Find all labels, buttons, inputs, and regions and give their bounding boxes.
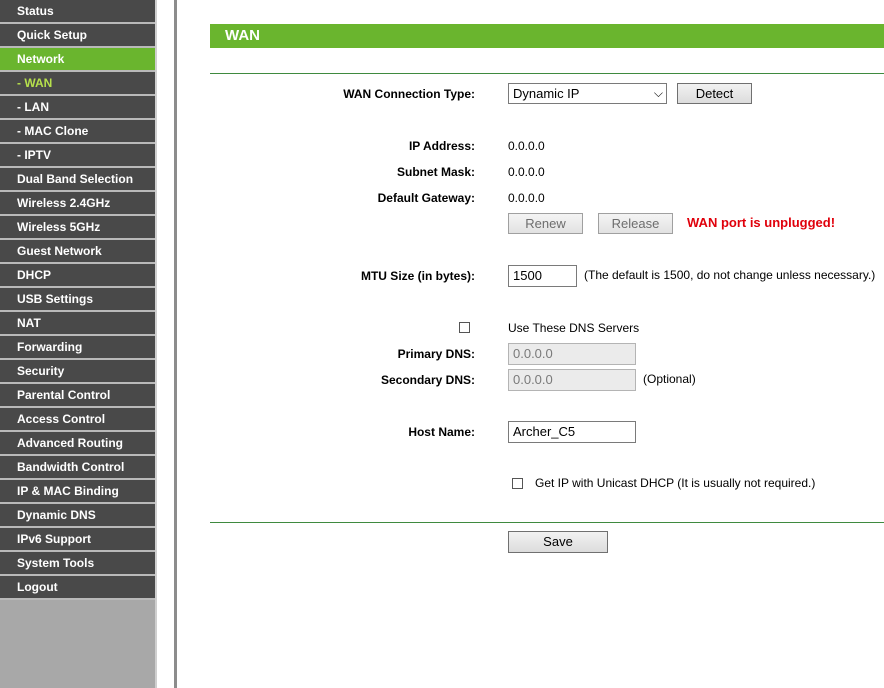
detect-button[interactable]: Detect (677, 83, 752, 104)
sidebar-item-wireless-24[interactable]: Wireless 2.4GHz (0, 192, 155, 216)
sidebar-item-usb-settings[interactable]: USB Settings (0, 288, 155, 312)
page-header: WAN (210, 24, 884, 48)
scrollbar-thumb[interactable] (174, 0, 177, 688)
unicast-dhcp-label: Get IP with Unicast DHCP (It is usually … (535, 476, 816, 490)
mtu-hint: (The default is 1500, do not change unle… (584, 268, 876, 282)
sidebar-item-security[interactable]: Security (0, 360, 155, 384)
sidebar-item-advanced-routing[interactable]: Advanced Routing (0, 432, 155, 456)
ip-address-value: 0.0.0.0 (508, 139, 545, 153)
scrollbar-edge (155, 0, 157, 688)
sidebar-item-nat[interactable]: NAT (0, 312, 155, 336)
sidebar-item-lan[interactable]: - LAN (0, 96, 155, 120)
subnet-mask-value: 0.0.0.0 (508, 165, 545, 179)
use-dns-servers-label: Use These DNS Servers (508, 321, 640, 335)
sidebar-item-guest-network[interactable]: Guest Network (0, 240, 155, 264)
page-title: WAN (225, 27, 260, 44)
sidebar-item-parental-control[interactable]: Parental Control (0, 384, 155, 408)
sidebar-item-dynamic-dns[interactable]: Dynamic DNS (0, 504, 155, 528)
sidebar-item-bandwidth-control[interactable]: Bandwidth Control (0, 456, 155, 480)
sidebar-item-ip-mac-binding[interactable]: IP & MAC Binding (0, 480, 155, 504)
use-dns-servers-checkbox[interactable] (459, 322, 470, 333)
default-gateway-value: 0.0.0.0 (508, 191, 545, 205)
secondary-dns-label: Secondary DNS: (380, 373, 475, 387)
sidebar-item-forwarding[interactable]: Forwarding (0, 336, 155, 360)
connection-type-value: Dynamic IP (513, 86, 580, 101)
host-name-label: Host Name: (408, 425, 475, 439)
secondary-dns-hint: (Optional) (643, 372, 696, 386)
default-gateway-label: Default Gateway: (377, 191, 475, 205)
save-button[interactable]: Save (508, 531, 608, 553)
sidebar-item-wan[interactable]: - WAN (0, 72, 155, 96)
sidebar-item-access-control[interactable]: Access Control (0, 408, 155, 432)
secondary-dns-input[interactable]: 0.0.0.0 (508, 369, 636, 391)
sidebar-menu: Status Quick Setup Network - WAN - LAN -… (0, 0, 155, 688)
primary-dns-label: Primary DNS: (397, 347, 475, 361)
sidebar-item-logout[interactable]: Logout (0, 576, 155, 600)
release-button[interactable]: Release (598, 213, 673, 234)
wan-status-message: WAN port is unplugged! (687, 215, 836, 230)
ip-address-label: IP Address: (408, 139, 475, 153)
sidebar-item-system-tools[interactable]: System Tools (0, 552, 155, 576)
bottom-divider (210, 522, 884, 523)
top-divider (210, 73, 884, 74)
sidebar-item-network[interactable]: Network (0, 48, 155, 72)
mtu-size-label: MTU Size (in bytes): (360, 269, 475, 283)
sidebar-item-iptv[interactable]: - IPTV (0, 144, 155, 168)
subnet-mask-label: Subnet Mask: (396, 165, 475, 179)
host-name-input[interactable]: Archer_C5 (508, 421, 636, 443)
sidebar-item-quick-setup[interactable]: Quick Setup (0, 24, 155, 48)
connection-type-label: WAN Connection Type: (343, 87, 475, 101)
mtu-size-input[interactable]: 1500 (508, 265, 577, 287)
sidebar-item-dhcp[interactable]: DHCP (0, 264, 155, 288)
connection-type-select[interactable]: Dynamic IP ⌵ (508, 83, 667, 104)
renew-button[interactable]: Renew (508, 213, 583, 234)
sidebar-item-ipv6-support[interactable]: IPv6 Support (0, 528, 155, 552)
unicast-dhcp-checkbox[interactable] (512, 478, 523, 489)
chevron-down-icon: ⌵ (653, 86, 663, 100)
sidebar-item-status[interactable]: Status (0, 0, 155, 24)
frame-scrollbar[interactable] (155, 0, 177, 688)
sidebar-item-dual-band[interactable]: Dual Band Selection (0, 168, 155, 192)
primary-dns-input[interactable]: 0.0.0.0 (508, 343, 636, 365)
sidebar-item-wireless-5[interactable]: Wireless 5GHz (0, 216, 155, 240)
sidebar-item-mac-clone[interactable]: - MAC Clone (0, 120, 155, 144)
